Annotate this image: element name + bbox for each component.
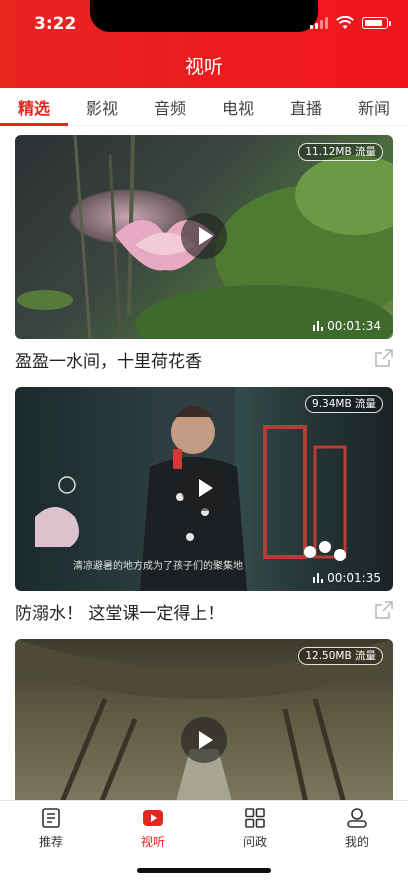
wifi-icon (336, 16, 354, 29)
device-notch (90, 0, 318, 32)
nav-video-audio[interactable]: 视听 (123, 807, 183, 850)
play-video-icon (143, 810, 163, 826)
video-thumbnail[interactable]: 9.34MB 流量 清凉避暑的地方成为了孩子们的聚集地 00:01:35 (15, 387, 393, 591)
nav-recommend[interactable]: 推荐 (21, 807, 81, 850)
app-screen: 3:22 视听 精选 影视 音频 电视 直播 新闻 11.12MB 流量 00:… (0, 0, 408, 883)
video-duration: 00:01:35 (313, 571, 381, 585)
tab-tv[interactable]: 电视 (222, 95, 254, 119)
tab-featured[interactable]: 精选 (18, 95, 50, 119)
play-button[interactable] (181, 465, 227, 511)
video-thumbnail[interactable]: 12.50MB 流量 (15, 639, 393, 800)
video-thumbnail[interactable]: 11.12MB 流量 00:01:34 (15, 135, 393, 339)
home-indicator[interactable] (137, 868, 271, 873)
video-card[interactable]: 9.34MB 流量 清凉避暑的地方成为了孩子们的聚集地 00:01:35 防溺水… (15, 387, 393, 624)
duration-text: 00:01:34 (327, 319, 381, 333)
status-icons (310, 16, 391, 30)
video-title[interactable]: 盈盈一水间，十里荷花香 (15, 347, 202, 372)
video-card[interactable]: 12.50MB 流量 (15, 639, 393, 800)
nav-label: 视听 (140, 835, 165, 849)
data-usage-badge: 12.50MB 流量 (298, 647, 383, 665)
video-card[interactable]: 11.12MB 流量 00:01:34 盈盈一水间，十里荷花香 (15, 135, 393, 372)
play-button[interactable] (181, 717, 227, 763)
subtitle-overlay: 清凉避暑的地方成为了孩子们的聚集地 (73, 561, 243, 572)
document-icon (42, 808, 60, 828)
tab-movies[interactable]: 影视 (86, 95, 118, 119)
share-icon[interactable] (375, 349, 393, 367)
data-usage-badge: 9.34MB 流量 (305, 395, 383, 413)
grid-icon (245, 808, 265, 828)
nav-label: 推荐 (38, 835, 63, 849)
active-tab-indicator (0, 123, 68, 126)
equalizer-icon (313, 321, 324, 331)
tab-live[interactable]: 直播 (290, 95, 322, 119)
category-tabs: 精选 影视 音频 电视 直播 新闻 (0, 88, 408, 126)
status-time: 3:22 (34, 14, 77, 34)
tab-audio[interactable]: 音频 (154, 95, 186, 119)
header: 3:22 视听 (0, 0, 408, 88)
data-usage-badge: 11.12MB 流量 (298, 143, 383, 161)
battery-icon (362, 17, 391, 29)
video-duration: 00:01:34 (313, 319, 381, 333)
nav-politics[interactable]: 问政 (225, 807, 285, 850)
nav-me[interactable]: 我的 (327, 807, 387, 850)
nav-label: 问政 (242, 835, 267, 849)
share-icon[interactable] (375, 601, 393, 619)
video-title[interactable]: 防溺水！ 这堂课一定得上！ (15, 599, 224, 624)
user-icon (347, 808, 367, 828)
play-button[interactable] (181, 213, 227, 259)
duration-text: 00:01:35 (327, 571, 381, 585)
cellular-signal-icon (310, 17, 328, 29)
video-feed[interactable]: 11.12MB 流量 00:01:34 盈盈一水间，十里荷花香 9.34MB 流… (0, 127, 408, 800)
tab-news[interactable]: 新闻 (358, 95, 390, 119)
nav-label: 我的 (344, 835, 369, 849)
equalizer-icon (313, 573, 324, 583)
page-title: 视听 (184, 56, 223, 78)
